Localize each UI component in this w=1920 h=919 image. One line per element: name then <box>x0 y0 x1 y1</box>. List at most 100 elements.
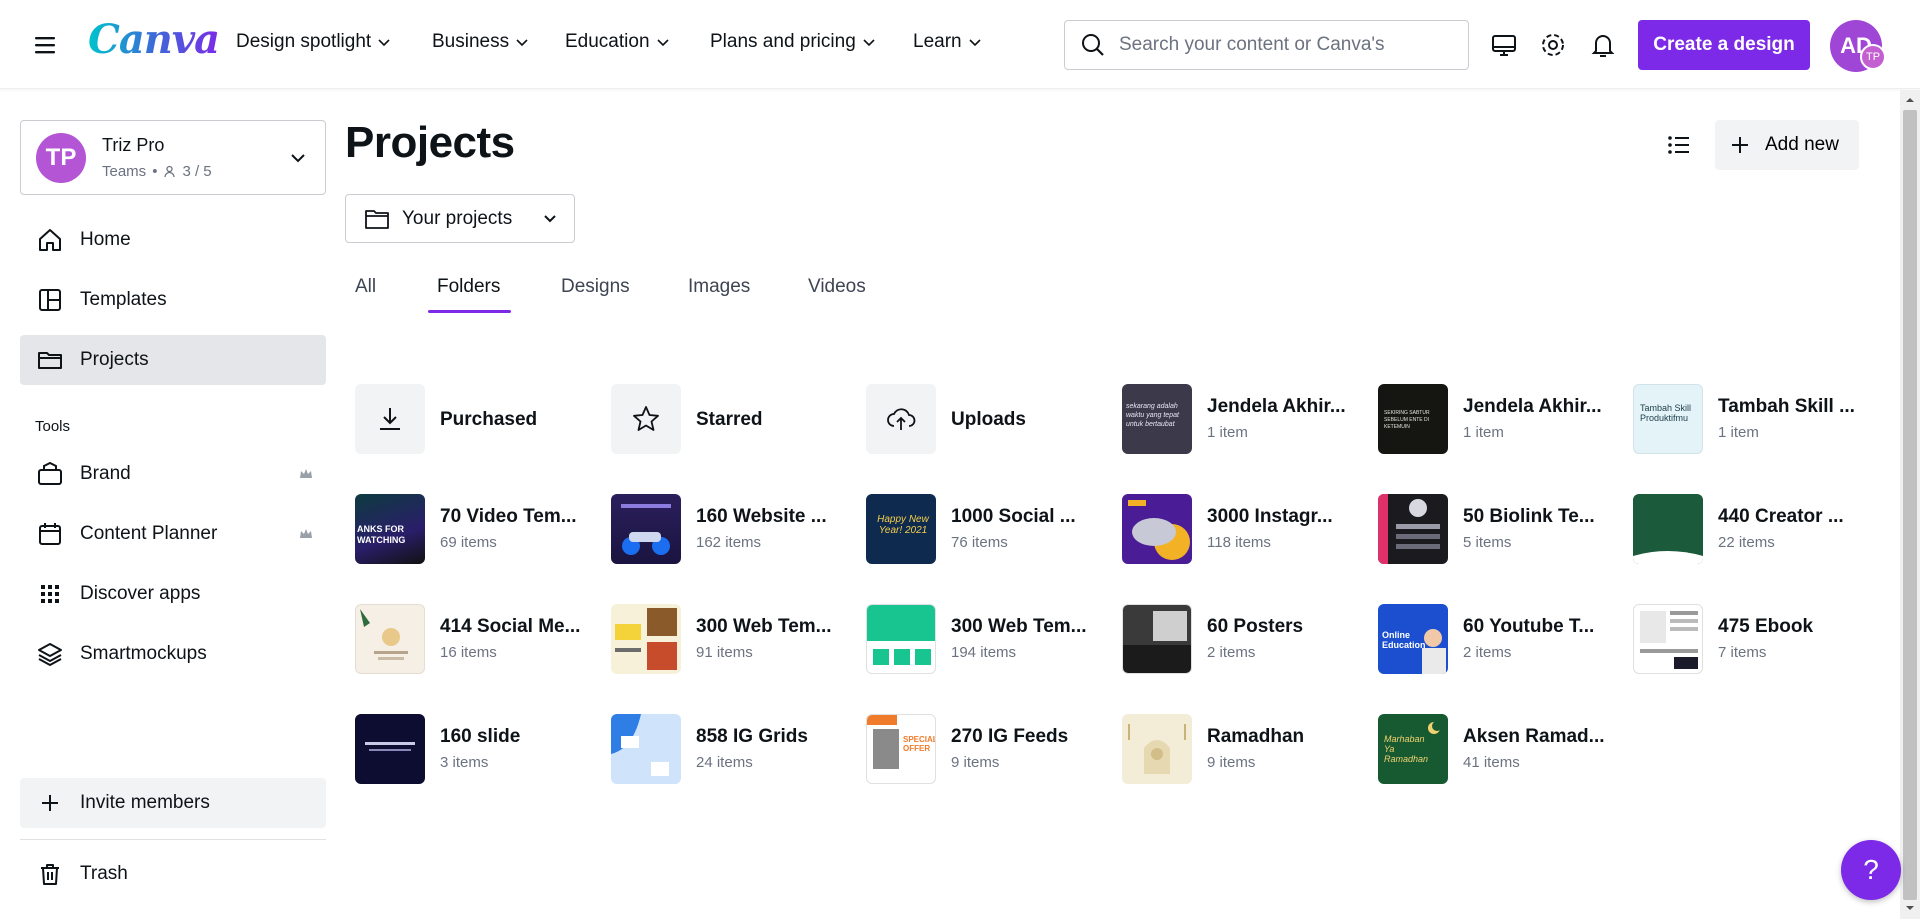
sidebar-item-projects[interactable]: Projects <box>20 335 326 385</box>
chevron-down-icon <box>863 39 875 47</box>
social-media-image <box>360 609 408 660</box>
nav-plans-and-pricing[interactable]: Plans and pricing <box>710 31 876 53</box>
folder-card-aksen-ramadhan[interactable]: Marhaban Ya Ramadhan Aksen Ramad... 41 i… <box>1378 714 1618 786</box>
nav-label: Design spotlight <box>236 31 372 52</box>
student-image <box>1422 629 1446 674</box>
folder-card-starred[interactable]: Starred <box>611 384 851 456</box>
tab-designs[interactable]: Designs <box>561 276 630 298</box>
folder-card-475-ebook[interactable]: 475 Ebook 7 items <box>1633 604 1873 676</box>
folder-card-270-ig-feeds[interactable]: SPECIAL OFFER 270 IG Feeds 9 items <box>866 714 1106 786</box>
folder-card-60-youtube[interactable]: Online Education 60 Youtube T... 2 items <box>1378 604 1618 676</box>
folder-thumbnail <box>355 714 425 784</box>
folder-name: 60 Youtube T... <box>1463 616 1595 637</box>
sidebar-item-trash[interactable]: Trash <box>20 849 326 899</box>
folder-card-300-web-2[interactable]: 300 Web Tem... 194 items <box>866 604 1106 676</box>
folder-count: 162 items <box>696 534 762 551</box>
sidebar-item-templates[interactable]: Templates <box>20 275 326 325</box>
folder-thumbnail <box>1633 604 1703 674</box>
folder-card-ramadhan[interactable]: Ramadhan 9 items <box>1122 714 1362 786</box>
folder-thumbnail: Online Education <box>1378 604 1448 674</box>
team-meta: Teams • 3 / 5 <box>102 163 212 180</box>
dot-separator: • <box>152 163 158 180</box>
project-filter-select[interactable]: Your projects <box>345 194 575 243</box>
folder-name: 1000 Social ... <box>951 506 1076 527</box>
folder-count: 1 item <box>1463 424 1504 441</box>
create-design-button[interactable]: Create a design <box>1638 20 1810 70</box>
search-box[interactable] <box>1064 20 1469 70</box>
folder-count: 1 item <box>1207 424 1248 441</box>
menu-icon[interactable] <box>30 30 60 60</box>
folder-name: 414 Social Me... <box>440 616 581 637</box>
divider <box>20 839 326 840</box>
folder-count: 41 items <box>1463 754 1520 771</box>
folder-card-300-web-1[interactable]: 300 Web Tem... 91 items <box>611 604 851 676</box>
folder-count: 2 items <box>1207 644 1256 661</box>
desktop-icon[interactable] <box>1489 30 1519 60</box>
thumbnail-text: Tambah Skill Produktifmu <box>1640 403 1692 423</box>
tab-all[interactable]: All <box>355 276 376 298</box>
home-icon <box>39 229 61 251</box>
nav-education[interactable]: Education <box>565 31 670 53</box>
add-new-button[interactable]: Add new <box>1715 120 1859 170</box>
folder-card-1000-social[interactable]: Happy New Year! 2021 1000 Social ... 76 … <box>866 494 1106 566</box>
folder-count: 1 item <box>1718 424 1759 441</box>
tab-folders[interactable]: Folders <box>437 276 500 298</box>
folder-count: 5 items <box>1463 534 1512 551</box>
folder-card-jendela-1[interactable]: sekarang adalah waktu yang tepat untuk b… <box>1122 384 1362 456</box>
folder-card-3000-instagram[interactable]: 3000 Instagr... 118 items <box>1122 494 1362 566</box>
tab-videos[interactable]: Videos <box>808 276 866 298</box>
folder-card-858-ig-grids[interactable]: 858 IG Grids 24 items <box>611 714 851 786</box>
ramadhan-image <box>1128 724 1186 774</box>
folder-card-70-video[interactable]: ANKS FOR WATCHING 70 Video Tem... 69 ite… <box>355 494 595 566</box>
folder-thumbnail <box>611 494 681 564</box>
folder-thumbnail: Marhaban Ya Ramadhan <box>1378 714 1448 784</box>
team-switcher[interactable]: TP Triz Pro Teams • 3 / 5 <box>20 120 326 195</box>
folder-card-60-posters[interactable]: 60 Posters 2 items <box>1122 604 1362 676</box>
search-input[interactable] <box>1119 34 1459 56</box>
folder-card-50-biolink[interactable]: 50 Biolink Te... 5 items <box>1378 494 1618 566</box>
help-button[interactable]: ? <box>1841 840 1901 900</box>
folder-count: 76 items <box>951 534 1008 551</box>
bell-icon[interactable] <box>1588 30 1618 60</box>
sidebar-item-discover-apps[interactable]: Discover apps <box>20 569 326 619</box>
sidebar-item-smartmockups[interactable]: Smartmockups <box>20 629 326 679</box>
scrollbar-thumb[interactable] <box>1903 110 1917 900</box>
tab-images[interactable]: Images <box>688 276 750 298</box>
folder-card-160-slide[interactable]: 160 slide 3 items <box>355 714 595 786</box>
trash-icon <box>41 864 59 885</box>
sidebar-item-label: Home <box>80 229 131 250</box>
plus-icon <box>42 795 58 811</box>
folder-card-jendela-2[interactable]: SEKIRING SABTUR SEBELUM ENTE DI KETEMUIN… <box>1378 384 1618 456</box>
list-view-icon[interactable] <box>1664 130 1694 160</box>
team-avatar: TP <box>36 133 86 183</box>
folder-count: 22 items <box>1718 534 1775 551</box>
crescent-image <box>1428 721 1442 734</box>
nav-business[interactable]: Business <box>432 31 529 53</box>
nav-design-spotlight[interactable]: Design spotlight <box>236 31 391 53</box>
templates-icon <box>39 289 61 311</box>
scroll-down-arrow-icon[interactable] <box>1904 902 1916 914</box>
sidebar-item-content-planner[interactable]: Content Planner <box>20 509 326 559</box>
folder-thumbnail: Tambah Skill Produktifmu <box>1633 384 1703 454</box>
folder-card-uploads[interactable]: Uploads <box>866 384 1106 456</box>
invite-members-button[interactable]: Invite members <box>20 778 326 828</box>
sidebar-item-home[interactable]: Home <box>20 215 326 265</box>
nav-learn[interactable]: Learn <box>913 31 982 53</box>
folder-count: 91 items <box>696 644 753 661</box>
folder-card-160-website[interactable]: 160 Website ... 162 items <box>611 494 851 566</box>
brand-icon <box>38 461 62 485</box>
sidebar-item-label: Projects <box>80 349 149 370</box>
folder-count: 3 items <box>440 754 489 771</box>
sidebar-item-brand[interactable]: Brand <box>20 449 326 499</box>
folder-thumbnail <box>1122 604 1192 674</box>
scroll-up-arrow-icon[interactable] <box>1904 94 1916 106</box>
folder-card-purchased[interactable]: Purchased <box>355 384 595 456</box>
folder-thumbnail <box>611 714 681 784</box>
folder-card-tambah-skill[interactable]: Tambah Skill Produktifmu Tambah Skill ..… <box>1633 384 1873 456</box>
folder-card-414-social[interactable]: 414 Social Me... 16 items <box>355 604 595 676</box>
canva-logo[interactable]: Canva <box>88 16 220 63</box>
gear-icon[interactable] <box>1538 30 1568 60</box>
folder-thumbnail <box>866 384 936 454</box>
folder-name: 300 Web Tem... <box>696 616 832 637</box>
folder-card-440-creator[interactable]: 440 Creator ... 22 items <box>1633 494 1873 566</box>
